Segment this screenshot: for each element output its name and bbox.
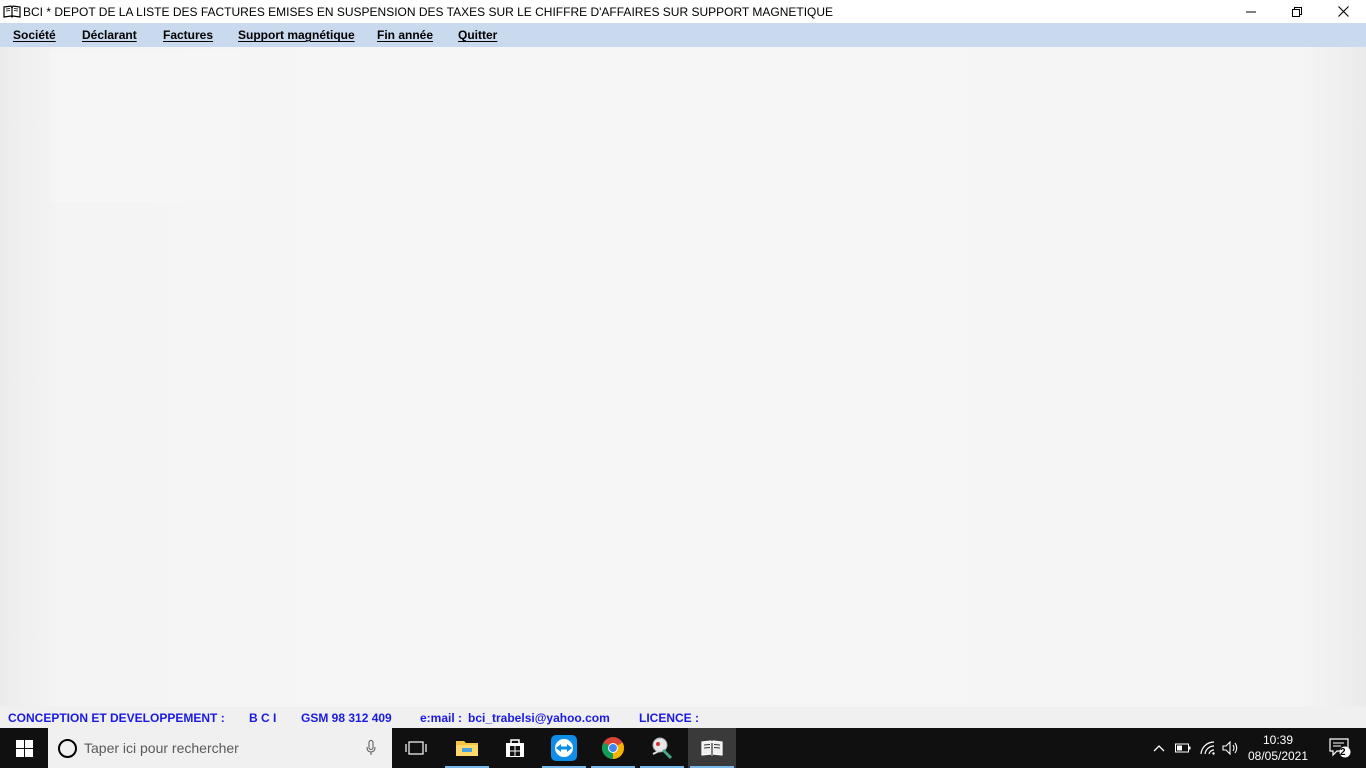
status-email-label: e:mail : [420,711,463,725]
taskbar: Taper ici pour rechercher 10:39 08/05/20… [0,728,1366,768]
title-bar: BCI * DEPOT DE LA LISTE DES FACTURES EMI… [0,0,1366,23]
taskbar-app-tool[interactable] [638,728,686,768]
status-bar: CONCEPTION ET DEVELOPPEMENT : B C I GSM … [0,707,1366,728]
task-view-button[interactable] [392,728,440,768]
taskbar-bci-app[interactable] [688,728,736,768]
notification-badge: 2 [1340,747,1346,758]
status-conception: CONCEPTION ET DEVELOPPEMENT : [8,711,225,725]
taskbar-store[interactable] [491,728,539,768]
volume-button[interactable] [1220,728,1242,768]
close-icon [1337,6,1349,17]
close-button[interactable] [1320,0,1366,23]
network-button[interactable] [1196,728,1220,768]
folder-icon [456,741,478,756]
app-tool-icon [652,737,673,760]
speaker-icon [1222,741,1238,755]
main-workspace [0,47,1366,707]
action-center-button[interactable]: 2 [1318,728,1362,768]
search-input[interactable]: Taper ici pour rechercher [84,740,239,756]
status-email: bci_trabelsi@yahoo.com [468,711,610,725]
start-button[interactable] [0,728,48,768]
faded-panel [50,52,240,202]
window-controls [1228,0,1366,23]
book-icon[interactable] [3,5,21,19]
battery-icon [1175,743,1191,753]
taskbar-file-explorer[interactable] [443,728,491,768]
battery-button[interactable] [1172,728,1194,768]
chevron-up-icon [1153,745,1165,752]
taskbar-search[interactable]: Taper ici pour rechercher [48,728,392,768]
menu-societe[interactable]: Société [13,28,56,42]
restore-icon [1292,6,1302,17]
taskbar-teamviewer[interactable] [540,728,588,768]
store-icon [506,739,524,757]
windows-icon [15,739,33,757]
status-company: B C I [249,711,277,725]
taskbar-chrome[interactable] [589,728,637,768]
cortana-icon [58,739,77,758]
chrome-icon [602,737,624,759]
minimize-button[interactable] [1228,0,1274,23]
menu-bar: Société Déclarant Factures Support magné… [0,23,1366,47]
menu-factures[interactable]: Factures [163,28,213,42]
app-window: BCI * DEPOT DE LA LISTE DES FACTURES EMI… [0,0,1366,768]
clock-date: 08/05/2021 [1247,749,1309,763]
clock-time: 10:39 [1262,733,1294,747]
window-title: BCI * DEPOT DE LA LISTE DES FACTURES EMI… [23,4,834,19]
show-hidden-icons-button[interactable] [1148,728,1170,768]
teamviewer-icon [551,735,577,761]
menu-quitter[interactable]: Quitter [458,28,497,42]
wifi-icon [1200,741,1215,755]
menu-declarant[interactable]: Déclarant [82,28,137,42]
status-licence: LICENCE : [639,711,699,725]
menu-support-magnetique[interactable]: Support magnétique [238,28,355,42]
restore-button[interactable] [1274,0,1320,23]
microphone-icon[interactable] [366,740,376,756]
taskbar-clock[interactable]: 10:39 08/05/2021 [1244,732,1312,764]
minimize-icon [1246,11,1256,12]
menu-fin-annee[interactable]: Fin année [377,28,433,42]
task-view-icon [405,741,427,755]
status-gsm: GSM 98 312 409 [301,711,392,725]
book-icon [701,740,723,756]
